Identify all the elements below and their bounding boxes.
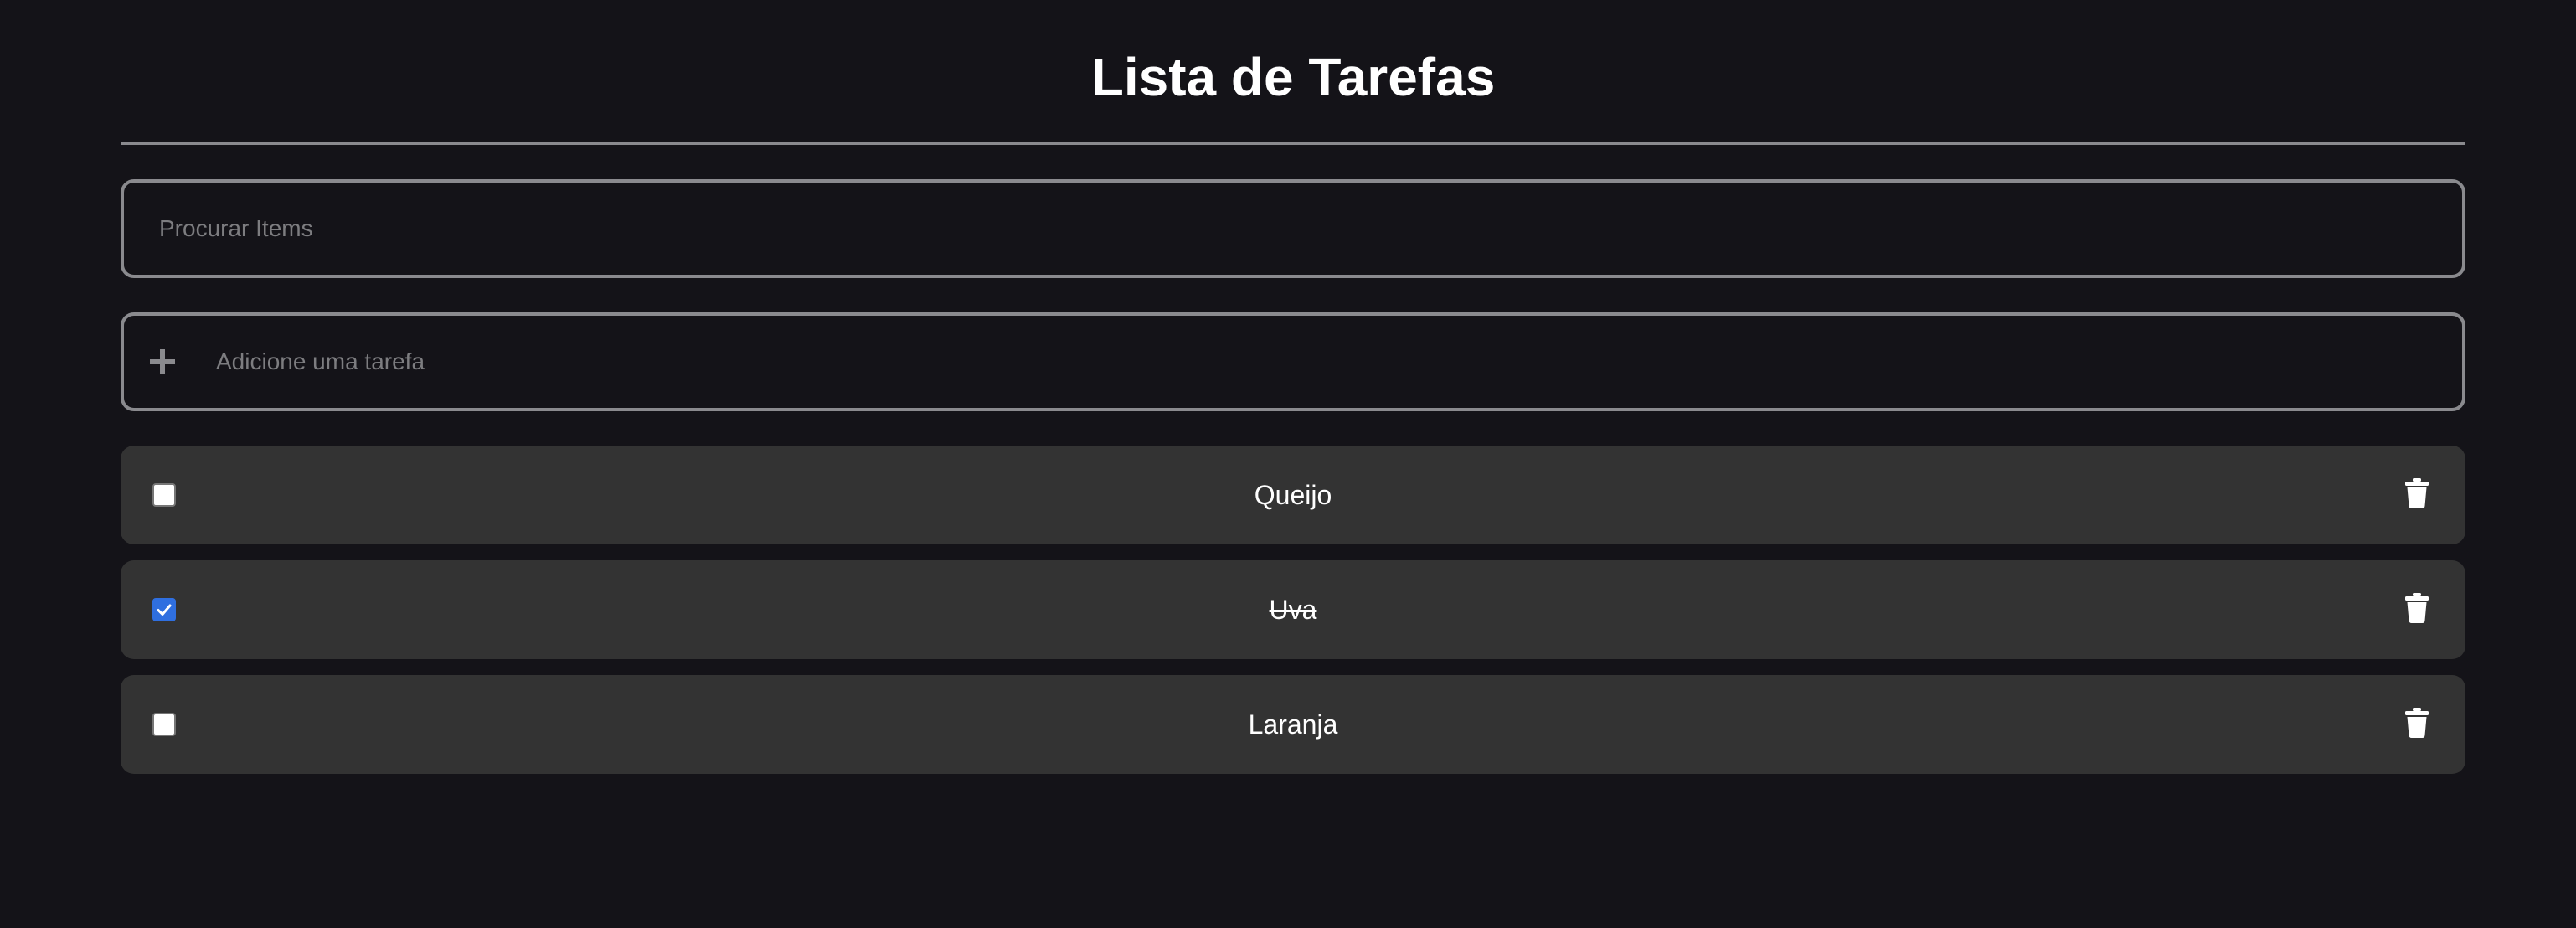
task-label: Queijo <box>1254 480 1332 510</box>
page-title: Lista de Tarefas <box>1090 47 1496 107</box>
plus-icon[interactable] <box>139 338 186 385</box>
task-label: Uva <box>1269 595 1317 625</box>
add-task-input[interactable] <box>214 316 2429 408</box>
task-label: Laranja <box>1248 709 1338 740</box>
add-task-box <box>121 312 2465 411</box>
search-input[interactable] <box>157 183 2429 275</box>
task-item-queijo: Queijo <box>121 446 2465 544</box>
task-item-uva: Uva <box>121 560 2465 659</box>
title-divider <box>121 142 2465 145</box>
search-box <box>121 179 2465 278</box>
trash-icon[interactable] <box>2405 593 2429 623</box>
task-item-laranja: Laranja <box>121 675 2465 774</box>
todo-app: Lista de Tarefas Queijo <box>121 0 2465 774</box>
trash-icon[interactable] <box>2405 478 2429 508</box>
trash-icon[interactable] <box>2405 708 2429 738</box>
